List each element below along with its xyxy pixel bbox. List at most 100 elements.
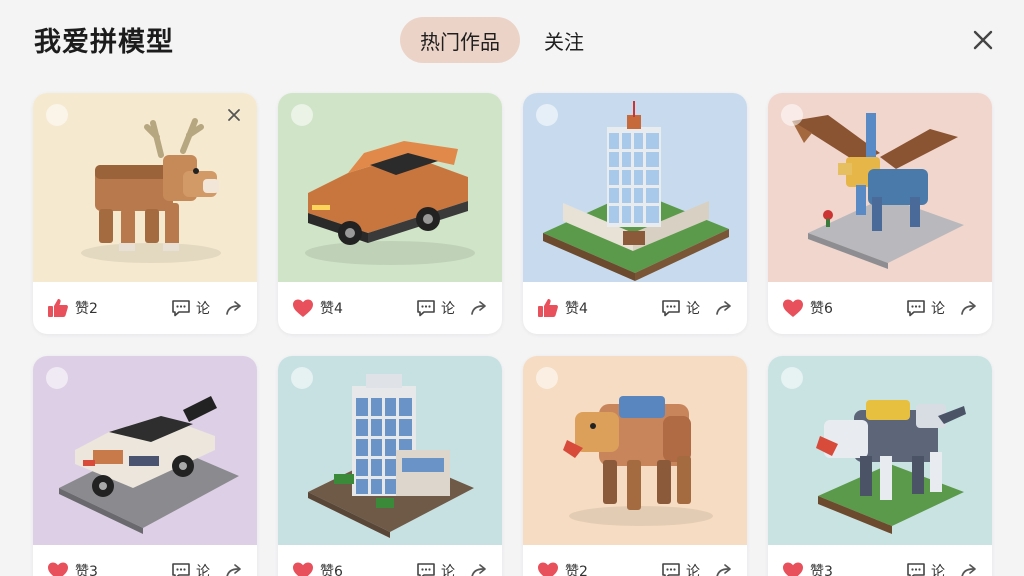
like-count: 赞2	[75, 301, 98, 317]
heart-icon	[783, 562, 803, 576]
works-grid: 赞2 论 赞4 论 赞4 论 赞6 论 赞3 论 赞6 论 赞2 论 赞3 论	[33, 93, 992, 576]
card-footer: 赞4 论	[278, 282, 502, 334]
thumbs-up-icon	[538, 299, 558, 317]
like-count: 赞3	[75, 564, 98, 576]
like-count: 赞4	[320, 301, 343, 317]
like-button[interactable]: 赞3	[47, 561, 98, 576]
share-icon[interactable]	[959, 562, 979, 576]
comment-label: 论	[196, 564, 210, 576]
select-checkbox[interactable]	[781, 367, 803, 389]
model-bear-image	[563, 396, 713, 526]
select-checkbox[interactable]	[291, 104, 313, 126]
card-footer: 赞6 论	[278, 545, 502, 576]
app-title: 我爱拼模型	[34, 27, 174, 58]
comment-button[interactable]: 论	[661, 298, 700, 318]
work-card[interactable]: 赞4 论	[523, 93, 747, 334]
comment-button[interactable]: 论	[906, 298, 945, 318]
thumbs-up-icon	[48, 299, 68, 317]
comment-icon	[907, 563, 925, 576]
heart-icon	[293, 299, 313, 317]
model-image[interactable]	[768, 93, 992, 282]
model-car-orange-image	[305, 141, 475, 265]
tab-following[interactable]: 关注	[524, 17, 604, 63]
model-car-white-image	[59, 396, 239, 534]
comment-icon	[172, 300, 190, 317]
select-checkbox[interactable]	[536, 104, 558, 126]
like-count: 赞6	[320, 564, 343, 576]
comment-icon	[417, 563, 435, 576]
work-card[interactable]: 赞2 论	[33, 93, 257, 334]
comment-label: 论	[441, 301, 455, 317]
like-count: 赞2	[565, 564, 588, 576]
select-checkbox[interactable]	[46, 104, 68, 126]
comment-button[interactable]: 论	[416, 298, 455, 318]
close-icon[interactable]	[972, 29, 994, 51]
like-button[interactable]: 赞3	[782, 561, 833, 576]
like-button[interactable]: 赞4	[292, 298, 343, 318]
model-image[interactable]	[523, 93, 747, 282]
card-footer: 赞3 论	[33, 545, 257, 576]
card-footer: 赞4 论	[523, 282, 747, 334]
like-count: 赞4	[565, 301, 588, 317]
comment-label: 论	[931, 301, 945, 317]
model-image[interactable]	[278, 356, 502, 545]
like-button[interactable]: 赞6	[782, 298, 833, 318]
comment-button[interactable]: 论	[171, 298, 210, 318]
share-icon[interactable]	[469, 562, 489, 576]
card-footer: 赞6 论	[768, 282, 992, 334]
like-button[interactable]: 赞4	[537, 298, 588, 318]
select-checkbox[interactable]	[536, 367, 558, 389]
share-icon[interactable]	[224, 299, 244, 317]
like-button[interactable]: 赞6	[292, 561, 343, 576]
comment-label: 论	[441, 564, 455, 576]
work-card[interactable]: 赞2 论	[523, 356, 747, 576]
select-checkbox[interactable]	[781, 104, 803, 126]
comment-button[interactable]: 论	[416, 561, 455, 576]
like-count: 赞3	[810, 564, 833, 576]
comment-button[interactable]: 论	[906, 561, 945, 576]
comment-icon	[662, 563, 680, 576]
tab-hot-works[interactable]: 热门作品	[400, 17, 520, 63]
like-button[interactable]: 赞2	[47, 298, 98, 318]
share-icon[interactable]	[714, 562, 734, 576]
heart-icon	[783, 299, 803, 317]
comment-icon	[417, 300, 435, 317]
heart-icon	[538, 562, 558, 576]
model-image[interactable]	[278, 93, 502, 282]
model-image[interactable]	[33, 93, 257, 282]
like-button[interactable]: 赞2	[537, 561, 588, 576]
work-card[interactable]: 赞3 论	[768, 356, 992, 576]
close-icon[interactable]	[227, 108, 241, 122]
comment-icon	[662, 300, 680, 317]
share-icon[interactable]	[469, 299, 489, 317]
comment-button[interactable]: 论	[661, 561, 700, 576]
tab-bar: 热门作品 关注	[400, 17, 604, 63]
comment-icon	[907, 300, 925, 317]
select-checkbox[interactable]	[46, 367, 68, 389]
card-footer: 赞2 论	[523, 545, 747, 576]
like-count: 赞6	[810, 301, 833, 317]
model-image[interactable]	[768, 356, 992, 545]
model-griffin-image	[792, 113, 964, 269]
model-building-blue-image	[543, 101, 729, 281]
heart-icon	[48, 562, 68, 576]
comment-label: 论	[196, 301, 210, 317]
select-checkbox[interactable]	[291, 367, 313, 389]
work-card[interactable]: 赞4 论	[278, 93, 502, 334]
model-robot-dog-image	[816, 400, 966, 534]
heart-icon	[293, 562, 313, 576]
work-card[interactable]: 赞6 论	[768, 93, 992, 334]
work-card[interactable]: 赞6 论	[278, 356, 502, 576]
model-building-tower-image	[308, 374, 474, 538]
model-image[interactable]	[33, 356, 257, 545]
model-deer-image	[81, 118, 221, 263]
model-image[interactable]	[523, 356, 747, 545]
work-card[interactable]: 赞3 论	[33, 356, 257, 576]
share-icon[interactable]	[224, 562, 244, 576]
comment-icon	[172, 563, 190, 576]
comment-label: 论	[931, 564, 945, 576]
comment-label: 论	[686, 301, 700, 317]
share-icon[interactable]	[959, 299, 979, 317]
share-icon[interactable]	[714, 299, 734, 317]
comment-button[interactable]: 论	[171, 561, 210, 576]
